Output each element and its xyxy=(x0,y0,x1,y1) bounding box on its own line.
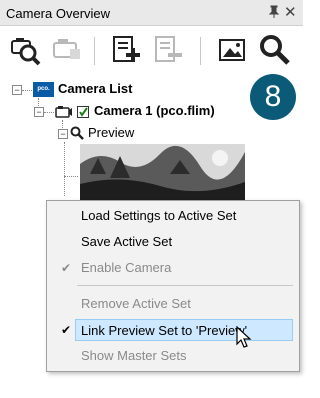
preview-label[interactable]: Preview xyxy=(88,125,134,140)
toolbar-separator xyxy=(94,37,95,65)
menu-item-label: Enable Camera xyxy=(81,260,172,275)
mouse-pointer-icon xyxy=(236,325,252,353)
collapse-preview-icon[interactable]: − xyxy=(58,129,68,139)
menu-item-label: Link Preview Set to 'Preview' xyxy=(81,323,248,338)
menu-item-remove-active-set[interactable]: Remove Active Set xyxy=(49,293,297,315)
find-camera-icon[interactable] xyxy=(8,33,42,67)
menu-item-load-settings[interactable]: Load Settings to Active Set xyxy=(49,205,297,227)
camera-connect-icon[interactable] xyxy=(50,33,84,67)
check-icon: ✔ xyxy=(61,261,72,275)
collapse-root-icon[interactable]: − xyxy=(12,85,22,95)
menu-item-label: Load Settings to Active Set xyxy=(81,208,237,223)
remove-set-icon[interactable] xyxy=(152,33,186,67)
preview-magnifier-icon xyxy=(70,126,84,143)
menu-item-label: Remove Active Set xyxy=(81,296,191,311)
camera-icon xyxy=(55,105,73,122)
menu-item-label: Show Master Sets xyxy=(81,348,187,363)
menu-item-link-preview-set[interactable]: Link Preview Set to 'Preview' xyxy=(75,319,293,341)
menu-item-label: Save Active Set xyxy=(81,234,173,249)
close-icon[interactable]: ✕ xyxy=(284,3,297,21)
tree-line xyxy=(44,112,54,113)
menu-separator xyxy=(77,285,293,286)
pco-logo-icon: pco. xyxy=(33,82,54,97)
menu-item-save-active-set[interactable]: Save Active Set xyxy=(49,231,297,253)
add-set-icon[interactable] xyxy=(110,33,144,67)
menu-item-enable-camera[interactable]: ✔ Enable Camera xyxy=(49,257,297,279)
tree-line xyxy=(64,176,78,177)
toolbar-separator xyxy=(200,37,201,65)
tree-root-label[interactable]: Camera List xyxy=(58,81,132,96)
tree-line xyxy=(64,142,65,196)
collapse-camera-icon[interactable]: − xyxy=(34,107,44,117)
image-view-icon[interactable] xyxy=(216,33,250,67)
menu-item-show-master-sets[interactable]: Show Master Sets xyxy=(49,345,297,367)
zoom-preview-icon[interactable] xyxy=(258,33,292,67)
step-number-badge: 8 xyxy=(250,74,296,120)
panel-title: Camera Overview xyxy=(6,6,111,21)
camera-enable-checkbox[interactable] xyxy=(77,106,89,118)
pin-icon[interactable] xyxy=(268,5,280,22)
context-menu: Load Settings to Active Set Save Active … xyxy=(46,200,300,372)
check-icon: ✔ xyxy=(61,323,72,337)
tree-line xyxy=(22,90,32,91)
camera-label[interactable]: Camera 1 (pco.flim) xyxy=(94,103,215,118)
panel-title-bar: Camera Overview ✕ xyxy=(0,0,303,26)
toolbar xyxy=(0,27,303,75)
preview-thumbnail[interactable] xyxy=(80,144,245,202)
